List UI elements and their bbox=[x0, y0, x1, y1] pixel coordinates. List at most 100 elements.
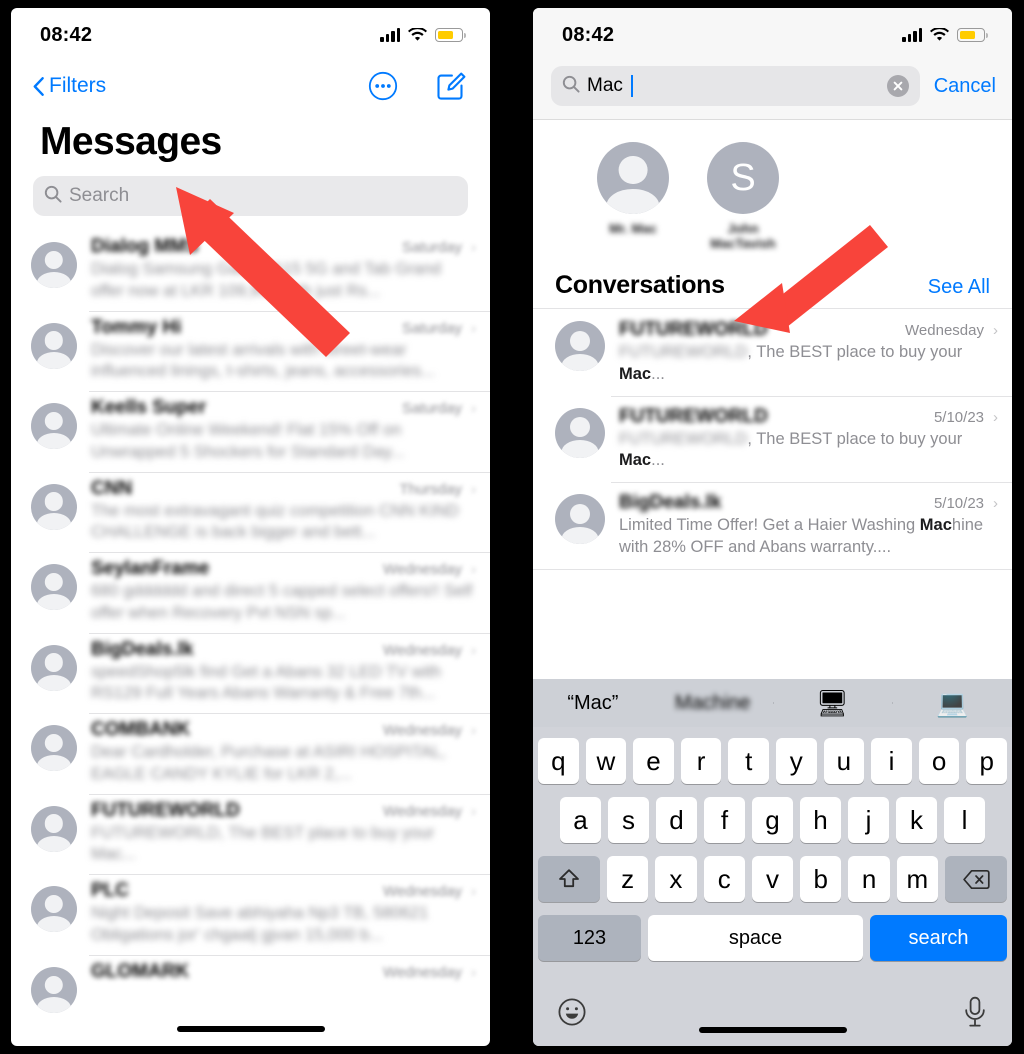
emoji-icon[interactable] bbox=[557, 997, 587, 1027]
backspace-icon[interactable] bbox=[945, 856, 1007, 902]
key-b[interactable]: b bbox=[800, 856, 842, 902]
status-bar: 08:42 bbox=[533, 8, 1012, 62]
prediction-emoji[interactable]: 💻 bbox=[892, 690, 1012, 716]
message-date: Wednesday bbox=[383, 802, 462, 820]
key-j[interactable]: j bbox=[848, 797, 889, 843]
microphone-icon[interactable] bbox=[962, 996, 988, 1028]
space-key[interactable]: space bbox=[648, 915, 863, 961]
avatar bbox=[31, 805, 77, 852]
keyboard-row-1: qwertyuiop bbox=[538, 738, 1007, 784]
message-preview: Dear Cardholder, Purchase at ASIRI HOSPI… bbox=[91, 743, 446, 783]
search-input[interactable]: Search bbox=[33, 176, 468, 216]
conversation-result-item[interactable]: BigDeals.lk 5/10/23 › Limited Time Offer! G… bbox=[533, 482, 1012, 569]
message-list-item[interactable]: PLC Wednesday › Night Deposit Save abhiyaha… bbox=[11, 874, 490, 955]
on-screen-keyboard: “Mac” Machine 🖥 💻 qwertyuiop asdfghjkl zxcv… bbox=[533, 679, 1012, 1046]
key-f[interactable]: f bbox=[704, 797, 745, 843]
contact-result[interactable]: Mr. Mac bbox=[593, 142, 673, 251]
back-filters-label: Filters bbox=[49, 74, 107, 97]
message-date: Wednesday bbox=[383, 722, 462, 740]
see-all-link[interactable]: See All bbox=[928, 276, 990, 299]
wifi-icon bbox=[408, 28, 427, 42]
key-a[interactable]: a bbox=[560, 797, 601, 843]
key-x[interactable]: x bbox=[655, 856, 697, 902]
search-placeholder: Search bbox=[69, 185, 130, 206]
key-m[interactable]: m bbox=[896, 856, 938, 902]
key-c[interactable]: c bbox=[703, 856, 745, 902]
compose-icon[interactable] bbox=[436, 71, 466, 101]
home-indicator bbox=[698, 1027, 847, 1033]
cellular-bars-icon bbox=[902, 28, 922, 42]
avatar bbox=[31, 644, 77, 691]
key-n[interactable]: n bbox=[848, 856, 890, 902]
message-list-item[interactable]: GLOMARK Wednesday › bbox=[11, 954, 490, 1021]
contact-name: John MacTavish bbox=[710, 221, 776, 251]
message-list-item[interactable]: BigDeals.lk Wednesday › speedShop5lk find G… bbox=[11, 632, 490, 714]
message-list-item[interactable]: CNN Thursday › The most extravagant quiz co… bbox=[11, 471, 490, 553]
key-s[interactable]: s bbox=[608, 797, 649, 843]
message-list-item[interactable]: COMBANK Wednesday › Dear Cardholder, Purcha… bbox=[11, 713, 490, 794]
conversation-result-item[interactable]: FUTUREWORLD 5/10/23 › FUTUREWORLD, The BEST… bbox=[533, 395, 1012, 483]
key-u[interactable]: u bbox=[823, 738, 865, 784]
message-preview: Discover our latest arrivals with street… bbox=[91, 340, 435, 381]
avatar bbox=[31, 564, 77, 611]
clear-circle-icon[interactable] bbox=[886, 75, 909, 97]
key-h[interactable]: h bbox=[800, 797, 841, 843]
screenshot-stage: 08:42 Filters Messages Search Dialog MMS… bbox=[0, 0, 1024, 1054]
key-p[interactable]: p bbox=[966, 738, 1007, 784]
message-list-item[interactable]: SeylanFrame Wednesday › 680 gdddddd and dir… bbox=[11, 552, 490, 633]
message-sender-name: Keells Super bbox=[91, 397, 207, 419]
message-date: Wednesday bbox=[383, 883, 462, 901]
key-l[interactable]: l bbox=[944, 797, 985, 843]
conversations-section-header: Conversations See All bbox=[533, 261, 1012, 308]
key-o[interactable]: o bbox=[918, 738, 960, 784]
keyboard-row-2: asdfghjkl bbox=[538, 797, 1007, 843]
keyboard-row-4: 123 space search bbox=[538, 915, 1007, 961]
message-list-item[interactable]: Dialog MMS Saturday › Dialog Samsung Galaxy… bbox=[11, 230, 490, 311]
cancel-button[interactable]: Cancel bbox=[934, 75, 996, 98]
key-k[interactable]: k bbox=[896, 797, 937, 843]
chevron-right-icon: › bbox=[471, 883, 476, 901]
search-match-highlight: Mac bbox=[619, 451, 652, 470]
chevron-right-icon: › bbox=[471, 963, 476, 981]
chevron-right-icon: › bbox=[471, 239, 476, 256]
key-q[interactable]: q bbox=[538, 738, 579, 784]
more-circle-icon[interactable] bbox=[368, 71, 398, 101]
shift-icon[interactable] bbox=[538, 856, 600, 902]
prediction-emoji[interactable]: 🖥 bbox=[772, 690, 893, 716]
status-bar: 08:42 bbox=[11, 8, 490, 62]
back-filters-button[interactable]: Filters bbox=[33, 74, 106, 98]
prediction-word[interactable]: Machine bbox=[653, 692, 773, 715]
key-w[interactable]: w bbox=[585, 738, 627, 784]
key-v[interactable]: v bbox=[751, 856, 794, 902]
prediction-word[interactable]: “Mac” bbox=[533, 692, 653, 715]
search-return-key[interactable]: search bbox=[870, 915, 1007, 961]
key-z[interactable]: z bbox=[607, 856, 649, 902]
key-t[interactable]: t bbox=[728, 738, 769, 784]
numbers-key[interactable]: 123 bbox=[538, 915, 641, 961]
key-g[interactable]: g bbox=[752, 797, 793, 843]
predictive-text-bar[interactable]: “Mac” Machine 🖥 💻 bbox=[533, 679, 1012, 727]
message-sender-name: Dialog MMS bbox=[91, 236, 199, 257]
conversation-result-item[interactable]: FUTUREWORLD Wednesday › FUTUREWORLD, The BE… bbox=[533, 309, 1012, 396]
key-y[interactable]: y bbox=[776, 738, 817, 784]
phone-screen-search-results: 08:42 Mac Cancel Mr. Mac S John MacTavis… bbox=[533, 8, 1012, 1046]
message-list-item[interactable]: Tommy Hi Saturday › Discover our latest arr… bbox=[11, 310, 490, 392]
message-list-item[interactable]: Keells Super Saturday › Ultimate Online Wee… bbox=[11, 391, 490, 472]
message-list-item[interactable]: FUTUREWORLD Wednesday › FUTUREWORLD, The BE… bbox=[11, 793, 490, 875]
key-i[interactable]: i bbox=[871, 738, 912, 784]
conversation-results-list[interactable]: FUTUREWORLD Wednesday › FUTUREWORLD, The BE… bbox=[533, 308, 1012, 570]
contact-result[interactable]: S John MacTavish bbox=[703, 142, 783, 251]
message-preview: 680 gdddddd and direct 5 capped select o… bbox=[91, 582, 473, 622]
key-e[interactable]: e bbox=[633, 738, 674, 784]
search-icon bbox=[562, 75, 580, 98]
contact-results-row[interactable]: Mr. Mac S John MacTavish bbox=[533, 120, 1012, 261]
message-list[interactable]: Dialog MMS Saturday › Dialog Samsung Galaxy… bbox=[11, 230, 490, 1021]
avatar bbox=[31, 886, 77, 933]
message-sender-name: CNN bbox=[91, 477, 133, 499]
key-r[interactable]: r bbox=[680, 738, 722, 784]
search-input[interactable]: Mac bbox=[551, 66, 920, 106]
search-icon bbox=[44, 185, 62, 208]
message-sender-name: FUTUREWORLD bbox=[91, 799, 240, 821]
avatar bbox=[31, 483, 77, 530]
key-d[interactable]: d bbox=[656, 797, 697, 843]
